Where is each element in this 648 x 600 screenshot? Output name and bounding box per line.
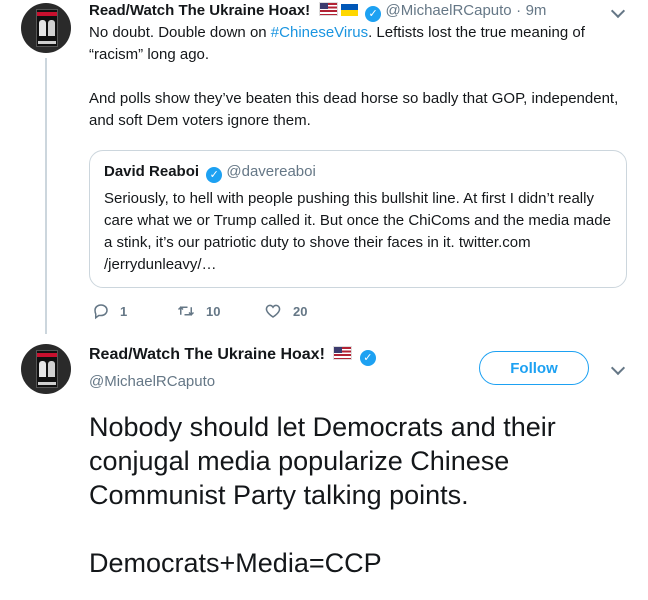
tweet-header: Read/Watch The Ukraine Hoax! ✓ @MichaelR… [89, 2, 546, 22]
quoted-display-name: David Reaboi [104, 163, 200, 180]
tweet-text: No doubt. Double down on #ChineseVirus. … [89, 22, 629, 66]
thread-line [45, 58, 47, 334]
retweet-count: 10 [206, 303, 221, 319]
quoted-tweet-card[interactable]: David Reaboi ✓ @davereaboi Seriously, to… [89, 150, 627, 288]
tweet-text-part: No doubt. Double down on [89, 24, 271, 41]
display-name[interactable]: Read/Watch The Ukraine Hoax! [89, 2, 310, 19]
quoted-tweet-header: David Reaboi ✓ @davereaboi [104, 163, 316, 183]
avatar[interactable] [21, 344, 71, 394]
ukraine-flag-icon [340, 4, 358, 16]
follow-button[interactable]: Follow [479, 351, 589, 385]
avatar[interactable] [21, 3, 71, 53]
quoted-tweet-text: Seriously, to hell with people pushing t… [104, 190, 611, 273]
reply-count: 1 [120, 303, 128, 319]
chevron-down-icon[interactable] [610, 3, 626, 19]
retweet-icon [177, 306, 195, 316]
book-cover-image [36, 350, 58, 388]
chevron-down-icon[interactable] [610, 360, 626, 376]
retweet-button[interactable]: 10 [176, 302, 220, 320]
handle[interactable]: @MichaelRCaputo [89, 373, 215, 390]
reply-icon [94, 304, 108, 320]
handle[interactable]: @MichaelRCaputo [386, 2, 512, 19]
display-name[interactable]: Read/Watch The Ukraine Hoax! [89, 346, 325, 363]
tweet-paragraph: Nobody should let Democrats and their co… [89, 412, 556, 510]
verified-badge-icon: ✓ [365, 6, 382, 22]
separator: · [516, 2, 522, 19]
verified-badge-icon: ✓ [206, 167, 223, 183]
hashtag-link[interactable]: #ChineseVirus [271, 24, 368, 41]
tweet-header: Read/Watch The Ukraine Hoax! ✓ [89, 346, 376, 366]
like-button[interactable]: 20 [263, 302, 307, 320]
us-flag-icon [333, 346, 353, 360]
tweet-text: Nobody should let Democrats and their co… [89, 410, 634, 580]
timestamp[interactable]: 9m [526, 2, 547, 19]
like-icon [265, 304, 281, 318]
verified-badge-icon: ✓ [359, 350, 376, 366]
book-cover-image [36, 9, 58, 47]
reply-button[interactable]: 1 [92, 302, 127, 320]
tweet-paragraph: Democrats+Media=CCP [89, 548, 382, 578]
us-flag-icon [318, 2, 338, 16]
like-count: 20 [293, 303, 308, 319]
tweet-paragraph: And polls show they’ve beaten this dead … [89, 90, 619, 129]
quoted-handle: @davereaboi [226, 163, 316, 180]
